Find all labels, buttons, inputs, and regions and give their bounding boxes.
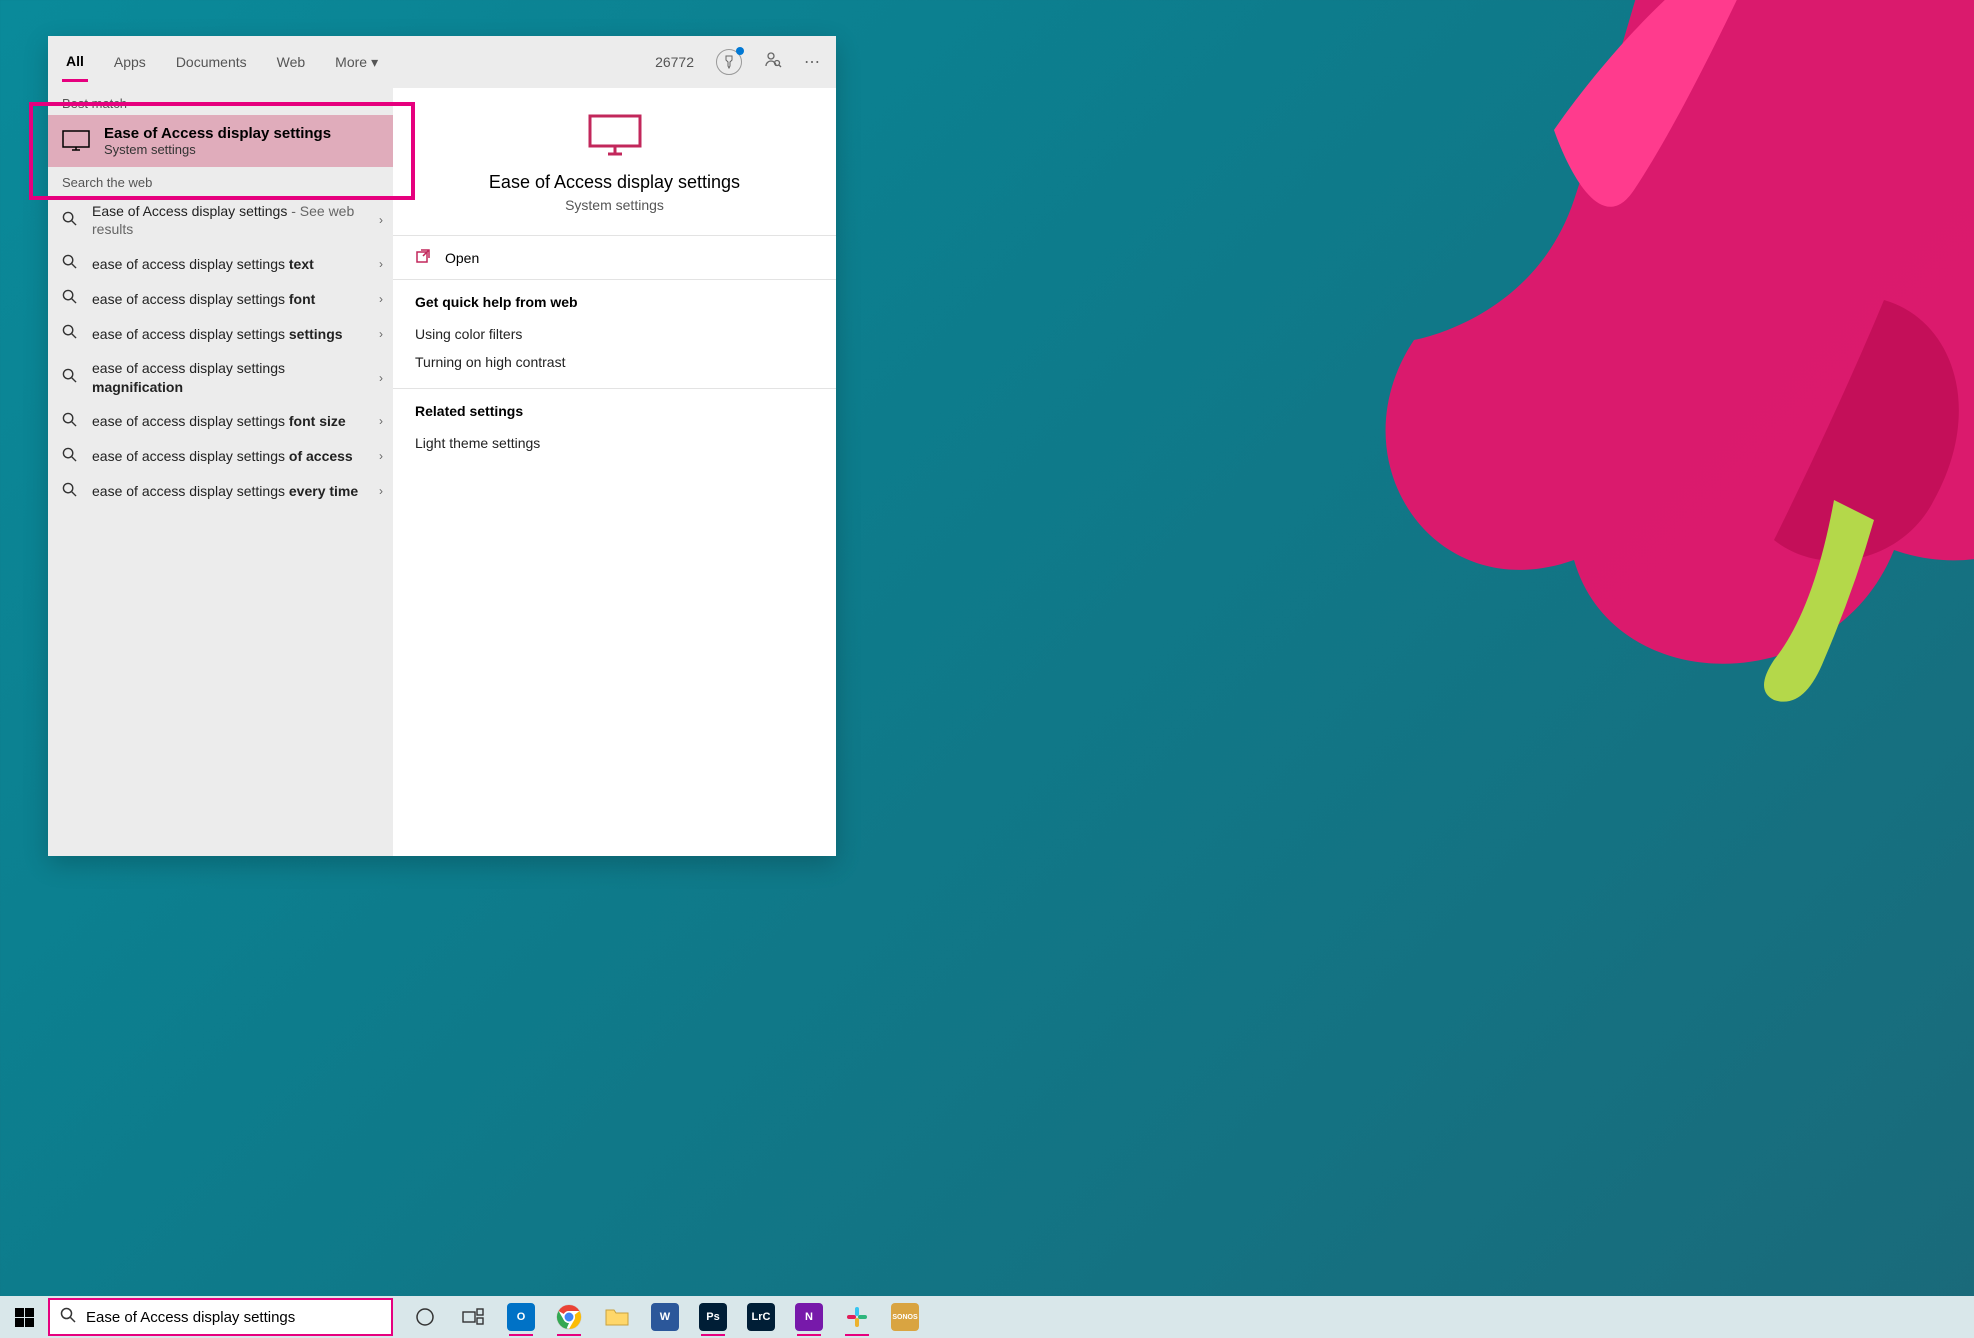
monitor-icon-large	[588, 114, 642, 158]
tab-all[interactable]: All	[62, 43, 88, 82]
start-button[interactable]	[0, 1296, 48, 1338]
chevron-right-icon: ›	[379, 327, 383, 341]
taskbar-app-chrome[interactable]	[547, 1296, 591, 1338]
web-result-text: ease of access display settings settings	[92, 325, 367, 343]
quick-help-link[interactable]: Turning on high contrast	[415, 348, 814, 376]
taskbar-app-outlook[interactable]: O	[499, 1296, 543, 1338]
best-match-label: Best match	[48, 88, 393, 115]
search-icon	[62, 324, 80, 343]
search-icon	[62, 289, 80, 308]
web-result[interactable]: ease of access display settings every ti…	[48, 474, 393, 509]
quick-help-title: Get quick help from web	[415, 294, 814, 310]
windows-search-panel: All Apps Documents Web More ▾ 26772 ⋯ Be…	[48, 36, 836, 856]
taskbar-app-slack[interactable]	[835, 1296, 879, 1338]
web-result-text: ease of access display settings text	[92, 255, 367, 273]
more-options-icon[interactable]: ⋯	[804, 52, 822, 72]
taskbar-app-task-view[interactable]	[451, 1296, 495, 1338]
quick-help-section: Get quick help from web Using color filt…	[393, 280, 836, 389]
taskbar-app-onenote[interactable]: N	[787, 1296, 831, 1338]
taskbar-app-sonos[interactable]: SONOS	[883, 1296, 927, 1338]
search-icon	[62, 412, 80, 431]
best-match-title: Ease of Access display settings	[104, 125, 331, 142]
person-search-icon[interactable]	[764, 51, 782, 74]
web-result-text: ease of access display settings every ti…	[92, 482, 367, 500]
chevron-right-icon: ›	[379, 292, 383, 306]
chevron-right-icon: ›	[379, 414, 383, 428]
web-result-text: ease of access display settings font siz…	[92, 412, 367, 430]
desktop-wallpaper-flower	[1134, 0, 1974, 780]
related-link[interactable]: Light theme settings	[415, 429, 814, 457]
taskbar-app-lightroom[interactable]: LrC	[739, 1296, 783, 1338]
search-icon	[62, 447, 80, 466]
related-title: Related settings	[415, 403, 814, 419]
search-icon	[62, 482, 80, 501]
windows-logo-icon	[15, 1308, 34, 1327]
search-web-label: Search the web	[48, 167, 393, 194]
open-label: Open	[445, 250, 479, 266]
search-icon	[62, 368, 80, 387]
taskbar-app-file-explorer[interactable]	[595, 1296, 639, 1338]
chevron-right-icon: ›	[379, 371, 383, 385]
best-match-result[interactable]: Ease of Access display settings System s…	[48, 115, 393, 167]
web-result[interactable]: ease of access display settings of acces…	[48, 439, 393, 474]
search-icon	[62, 254, 80, 273]
web-result[interactable]: ease of access display settings font siz…	[48, 404, 393, 439]
chevron-right-icon: ›	[379, 257, 383, 271]
taskbar-app-photoshop[interactable]: Ps	[691, 1296, 735, 1338]
detail-title: Ease of Access display settings	[489, 172, 740, 193]
rewards-badge-icon[interactable]	[716, 49, 742, 75]
chevron-right-icon: ›	[379, 213, 383, 227]
open-action[interactable]: Open	[393, 236, 836, 280]
web-result[interactable]: ease of access display settings text ›	[48, 246, 393, 281]
taskbar-search-input[interactable]	[86, 1309, 381, 1326]
quick-help-link[interactable]: Using color filters	[415, 320, 814, 348]
web-result[interactable]: ease of access display settings magnific…	[48, 351, 393, 403]
detail-subtitle: System settings	[565, 197, 664, 213]
web-result-text: ease of access display settings magnific…	[92, 359, 367, 395]
web-result[interactable]: Ease of Access display settings - See we…	[48, 194, 393, 246]
search-tabs: All Apps Documents Web More ▾ 26772 ⋯	[48, 36, 836, 88]
search-results-column: Best match Ease of Access display settin…	[48, 88, 393, 856]
chevron-down-icon: ▾	[371, 54, 378, 71]
search-icon	[60, 1307, 76, 1328]
monitor-icon	[62, 130, 90, 152]
taskbar-app-cortana[interactable]	[403, 1296, 447, 1338]
tab-web[interactable]: Web	[273, 44, 310, 80]
chevron-right-icon: ›	[379, 449, 383, 463]
rewards-points: 26772	[655, 54, 694, 70]
result-detail-pane: Ease of Access display settings System s…	[393, 88, 836, 856]
taskbar-search-box[interactable]	[48, 1298, 393, 1336]
tab-documents[interactable]: Documents	[172, 44, 251, 80]
search-icon	[62, 211, 80, 230]
web-result-text: ease of access display settings font	[92, 290, 367, 308]
tab-apps[interactable]: Apps	[110, 44, 150, 80]
taskbar-app-word[interactable]: W	[643, 1296, 687, 1338]
tab-more[interactable]: More ▾	[331, 44, 382, 81]
chevron-right-icon: ›	[379, 484, 383, 498]
web-result-text: ease of access display settings of acces…	[92, 447, 367, 465]
web-result[interactable]: ease of access display settings settings…	[48, 316, 393, 351]
open-icon	[415, 248, 431, 267]
web-result-text: Ease of Access display settings - See we…	[92, 202, 367, 238]
best-match-subtitle: System settings	[104, 142, 331, 157]
taskbar: O WPsLrCN SONOS	[0, 1296, 1974, 1338]
detail-header: Ease of Access display settings System s…	[393, 88, 836, 236]
web-result[interactable]: ease of access display settings font ›	[48, 281, 393, 316]
related-section: Related settings Light theme settings	[393, 389, 836, 463]
